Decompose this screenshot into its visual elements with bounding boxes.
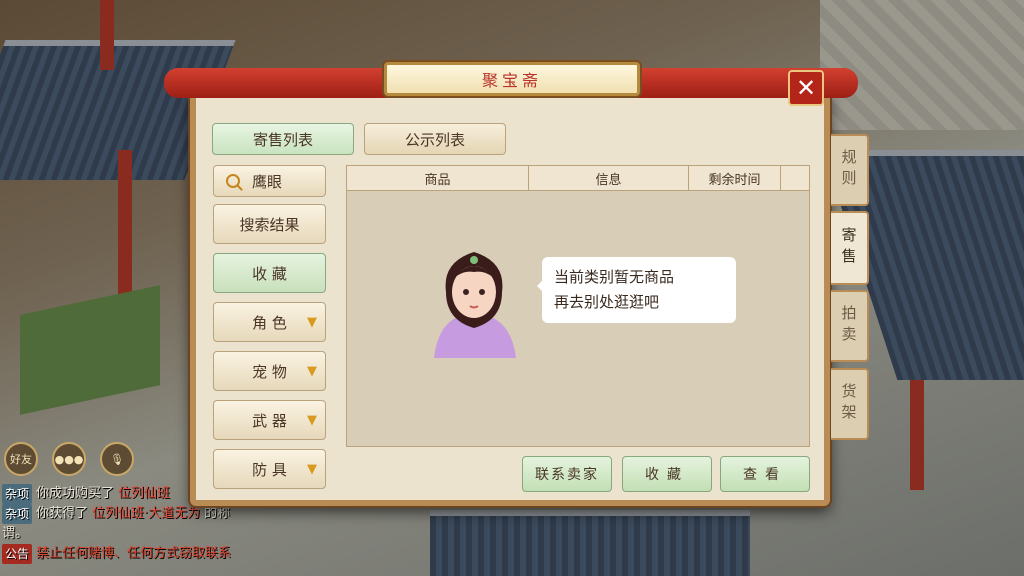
tab-public-list[interactable]: 公示列表 <box>364 123 506 155</box>
pillar <box>100 0 114 70</box>
pillar <box>910 380 924 490</box>
sidebar-item-label: 防 具 <box>252 460 287 479</box>
eagle-eye-search-button[interactable]: 鹰眼 <box>213 165 326 197</box>
view-button[interactable]: 查看 <box>720 456 810 492</box>
tab-auction[interactable]: 拍卖 <box>831 290 869 362</box>
chat-toolbar: 好友 ●●● 🎙 <box>0 442 134 476</box>
sidebar-item-label: 武 器 <box>252 411 287 430</box>
favorite-button[interactable]: 收藏 <box>622 456 712 492</box>
chat-tag: 公告 <box>2 544 33 564</box>
column-header-info[interactable]: 信息 <box>529 166 689 190</box>
npc-portrait <box>434 252 516 358</box>
empty-message-line1: 当前类别暂无商品 <box>554 268 675 286</box>
chat-notice-text: 禁止任何赌博、任何方式窃取联系 <box>36 546 232 561</box>
sidebar-item-favorites[interactable]: 收 藏 <box>213 253 326 293</box>
sidebar-item-label: 搜索结果 <box>239 215 300 234</box>
chat-line: 谓。 <box>0 524 280 544</box>
chat-text: 谓。 <box>2 526 29 541</box>
friends-button[interactable]: 好友 <box>4 442 38 476</box>
empty-state-bubble: 当前类别暂无商品 再去别处逛逛吧 <box>537 257 736 323</box>
chat-text: 你获得了 <box>36 506 89 521</box>
contact-seller-button[interactable]: 联系卖家 <box>522 456 612 492</box>
sidebar-item-weapon[interactable]: 武 器 ▼ <box>213 400 326 440</box>
tab-shelf[interactable]: 货架 <box>831 368 869 440</box>
close-icon[interactable]: ✕ <box>788 70 824 106</box>
tab-consignment[interactable]: 寄售 <box>831 211 869 285</box>
column-header-remaining-time[interactable]: 剩余时间 <box>689 166 781 190</box>
tab-rules[interactable]: 规则 <box>831 134 869 206</box>
empty-message-line2: 再去别处逛逛吧 <box>554 293 660 311</box>
window-title: 聚宝斋 <box>384 62 640 96</box>
chat-line: 公告 禁止任何赌博、任何方式窃取联系 <box>0 544 280 564</box>
chat-line: 杂项 你获得了 位列仙班·大道无为 的称 <box>0 504 280 524</box>
chevron-down-icon: ▼ <box>307 363 317 379</box>
sidebar-item-pet[interactable]: 宠 物 ▼ <box>213 351 326 391</box>
market-stall <box>20 285 160 415</box>
sidebar-item-label: 宠 物 <box>252 362 287 381</box>
chat-text: 的称 <box>204 506 231 521</box>
sidebar-item-label: 角 色 <box>252 313 287 332</box>
search-label: 鹰眼 <box>252 172 283 191</box>
microphone-icon[interactable]: 🎙 <box>100 442 134 476</box>
search-icon <box>226 174 240 188</box>
chat-text: 你成功购买了 <box>36 486 115 501</box>
sidebar-item-armor[interactable]: 防 具 ▼ <box>213 449 326 489</box>
chat-tag: 杂项 <box>2 484 33 504</box>
column-header-extra <box>781 166 809 190</box>
chat-item-link[interactable]: 位列仙班 <box>118 484 170 504</box>
chevron-down-icon: ▼ <box>307 412 317 428</box>
column-header-goods[interactable]: 商品 <box>347 166 529 190</box>
list-header: 商品 信息 剩余时间 <box>347 166 809 191</box>
sidebar-item-character[interactable]: 角 色 ▼ <box>213 302 326 342</box>
chat-tag: 杂项 <box>2 504 33 524</box>
chevron-down-icon: ▼ <box>307 461 317 477</box>
tab-consignment-list[interactable]: 寄售列表 <box>212 123 354 155</box>
sidebar-item-label: 收 藏 <box>252 264 287 283</box>
chat-bubble-icon[interactable]: ●●● <box>52 442 86 476</box>
chat-item-link[interactable]: 位列仙班·大道无为 <box>92 504 200 524</box>
sidebar-item-search-results[interactable]: 搜索结果 <box>213 204 326 244</box>
chevron-down-icon: ▼ <box>307 314 317 330</box>
roof-bottom <box>430 510 750 576</box>
